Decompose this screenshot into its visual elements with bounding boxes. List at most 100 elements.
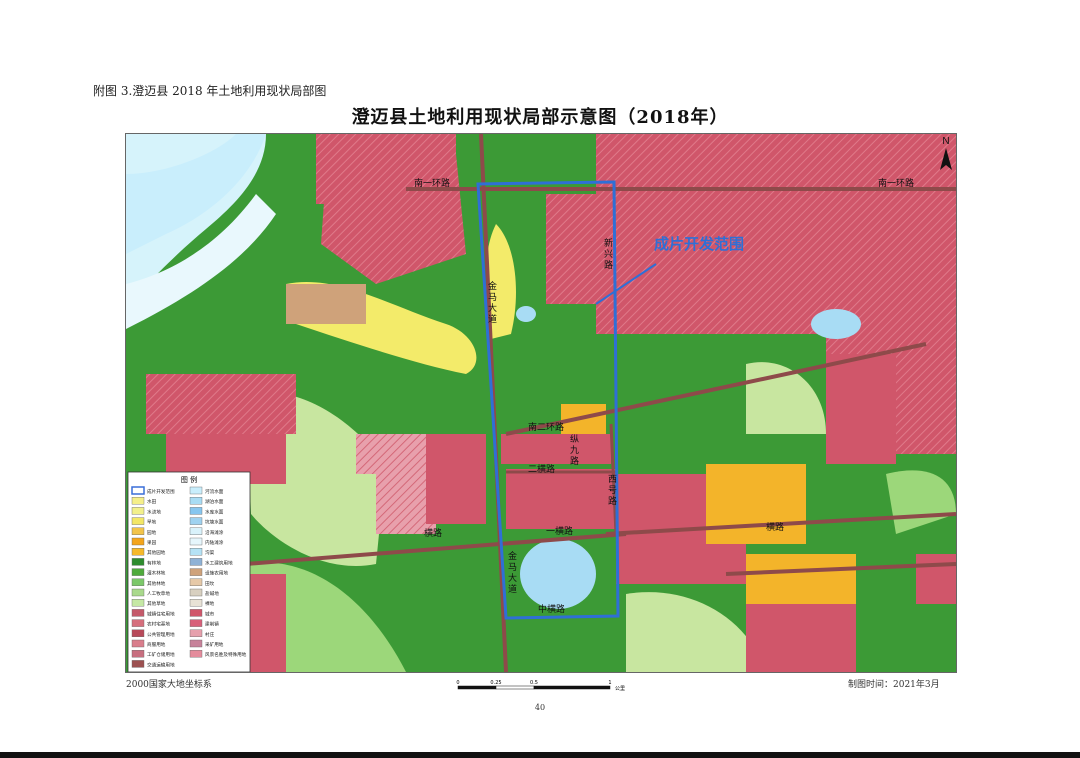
- road-label-jinma_lower-char: 金: [508, 550, 517, 562]
- map-date-label: 制图时间：2021年3月: [848, 680, 940, 690]
- legend-swatch: [189, 609, 203, 617]
- legend-label: 灌木林地: [147, 570, 166, 577]
- urban-area-northeast: [596, 134, 956, 334]
- farmland-tan: [286, 284, 366, 324]
- legend-label: 湖泊水面: [205, 498, 224, 505]
- road-label-zhongheng: 中横路: [538, 603, 565, 615]
- legend-label: 人工牧草地: [147, 590, 170, 597]
- legend-label: 交通运输用地: [147, 661, 175, 668]
- legend-swatch: [189, 578, 203, 586]
- legend-label: 果园: [147, 540, 157, 546]
- legend-label: 园地: [147, 529, 157, 536]
- legend-swatch: [131, 558, 145, 566]
- legend-label: 城镇住宅用地: [147, 610, 175, 617]
- road-label-yiheng: 一横路: [546, 525, 573, 537]
- scale-tick-label: 0.25: [490, 680, 501, 686]
- pond-center: [516, 306, 536, 322]
- legend-swatch: [131, 619, 145, 627]
- road-label-zongjiu-char: 纵: [570, 434, 579, 445]
- scale-bar: 0 0.25 0.5 1 公里: [455, 676, 635, 695]
- legend-swatch: [189, 558, 203, 566]
- scale-segment: [495, 685, 535, 690]
- road-label-jinma_upper-char: 马: [488, 292, 497, 303]
- urban-block-far-east: [826, 354, 896, 464]
- legend-label: 沿海滩涂: [205, 529, 224, 536]
- legend-label: 裸地: [205, 600, 215, 607]
- legend-swatch: [189, 588, 203, 597]
- legend-swatch: [189, 629, 203, 637]
- scale-segment: [457, 685, 497, 690]
- urban-block-southeast: [746, 604, 856, 672]
- legend-label: 坑塘水面: [205, 519, 224, 526]
- annotation-label: 成片开发范围: [654, 235, 744, 253]
- legend-swatch: [189, 650, 203, 658]
- road-label-jinma_upper-char: 道: [488, 313, 497, 325]
- legend-swatch: [131, 609, 145, 617]
- bottom-frame-line: [0, 752, 1080, 758]
- legend-swatch: [131, 588, 145, 597]
- legend-swatch: [189, 527, 203, 535]
- legend-swatch: [131, 599, 145, 607]
- north-label: N: [942, 136, 949, 147]
- legend-label: 水工建筑用地: [205, 559, 233, 566]
- urban-patch-west-1: [146, 374, 296, 434]
- legend-swatch: [189, 497, 203, 505]
- legend-label: 设施农用地: [205, 570, 228, 577]
- road-label-zongjiu-char: 九: [570, 445, 579, 456]
- road-label-heng-left: 横路: [424, 527, 442, 539]
- road-label-nanyihuan-left: 南一环路: [414, 177, 450, 189]
- legend-label: 成片开发范围: [147, 488, 175, 495]
- legend-label: 水浇地: [147, 508, 161, 515]
- legend-swatch: [131, 527, 145, 535]
- road-label-xinxing-char: 兴: [604, 249, 613, 260]
- road-label-jinma_upper-char: 大: [488, 302, 497, 314]
- map-legend: 图 例成片开发范围水田水浇地旱地园地果园其他园地有林地灌木林地其他林地人工牧草地…: [127, 471, 251, 672]
- legend-swatch: [131, 548, 145, 556]
- legend-label: 田坎: [205, 580, 215, 587]
- legend-label: 水库水面: [205, 508, 224, 515]
- legend-swatch: [189, 568, 203, 576]
- road-label-jinma_lower-char: 道: [508, 583, 517, 595]
- legend-label: 建制镇: [205, 621, 219, 628]
- legend-label: 沟渠: [205, 549, 215, 556]
- legend-label: 村庄: [205, 631, 215, 638]
- legend-label: 风景名胜及特殊用地: [205, 651, 247, 658]
- urban-block-center-1: [501, 434, 611, 464]
- legend-swatch: [189, 507, 203, 515]
- legend-swatch: [131, 639, 145, 648]
- road-label-nanyihuan-right: 南一环路: [878, 177, 914, 189]
- legend-label: 旱地: [147, 519, 157, 526]
- legend-label: 内陆滩涂: [205, 539, 224, 546]
- legend-swatch: [131, 629, 145, 637]
- legend-label: 其他林地: [147, 580, 166, 587]
- land-use-map: N 成片开发范围 南一环路 南一环路 南二环路 二横路 横路 一横路 横路 中横…: [125, 133, 957, 673]
- legend-swatch: [131, 650, 145, 658]
- road-label-jinma_upper-char: 金: [488, 280, 497, 292]
- legend-label: 工矿仓储用地: [147, 651, 175, 658]
- road-label-jinma_lower-char: 大: [508, 572, 517, 584]
- legend-label: 城市: [205, 610, 215, 617]
- legend-swatch: [131, 517, 145, 525]
- lake-east: [811, 309, 861, 339]
- lake-south: [520, 539, 596, 609]
- legend-title: 图 例: [181, 475, 197, 484]
- road-label-xihao-char: 西: [608, 474, 617, 485]
- legend-label: 其他园地: [147, 549, 166, 556]
- legend-label: 盐碱地: [205, 590, 219, 597]
- page-number: 40: [534, 703, 546, 712]
- road-label-jinma_lower-char: 马: [508, 562, 517, 573]
- urban-block-far-southeast: [916, 554, 956, 604]
- road-label-zongjiu-char: 路: [570, 455, 579, 467]
- urban-patch-southwest: [246, 574, 286, 672]
- legend-label: 河流水面: [205, 488, 224, 495]
- legend-swatch: [131, 660, 145, 668]
- legend-label: 水田: [147, 498, 157, 505]
- road-label-erheng: 二横路: [528, 463, 555, 475]
- road-label-heng-right: 横路: [766, 521, 784, 533]
- legend-swatch: [131, 537, 145, 546]
- road-label-xihao-char: 号: [608, 485, 617, 496]
- legend-label: 有林地: [147, 559, 161, 566]
- legend-swatch: [189, 537, 203, 546]
- scale-tick-label: 0: [456, 680, 459, 686]
- legend-swatch: [189, 517, 203, 525]
